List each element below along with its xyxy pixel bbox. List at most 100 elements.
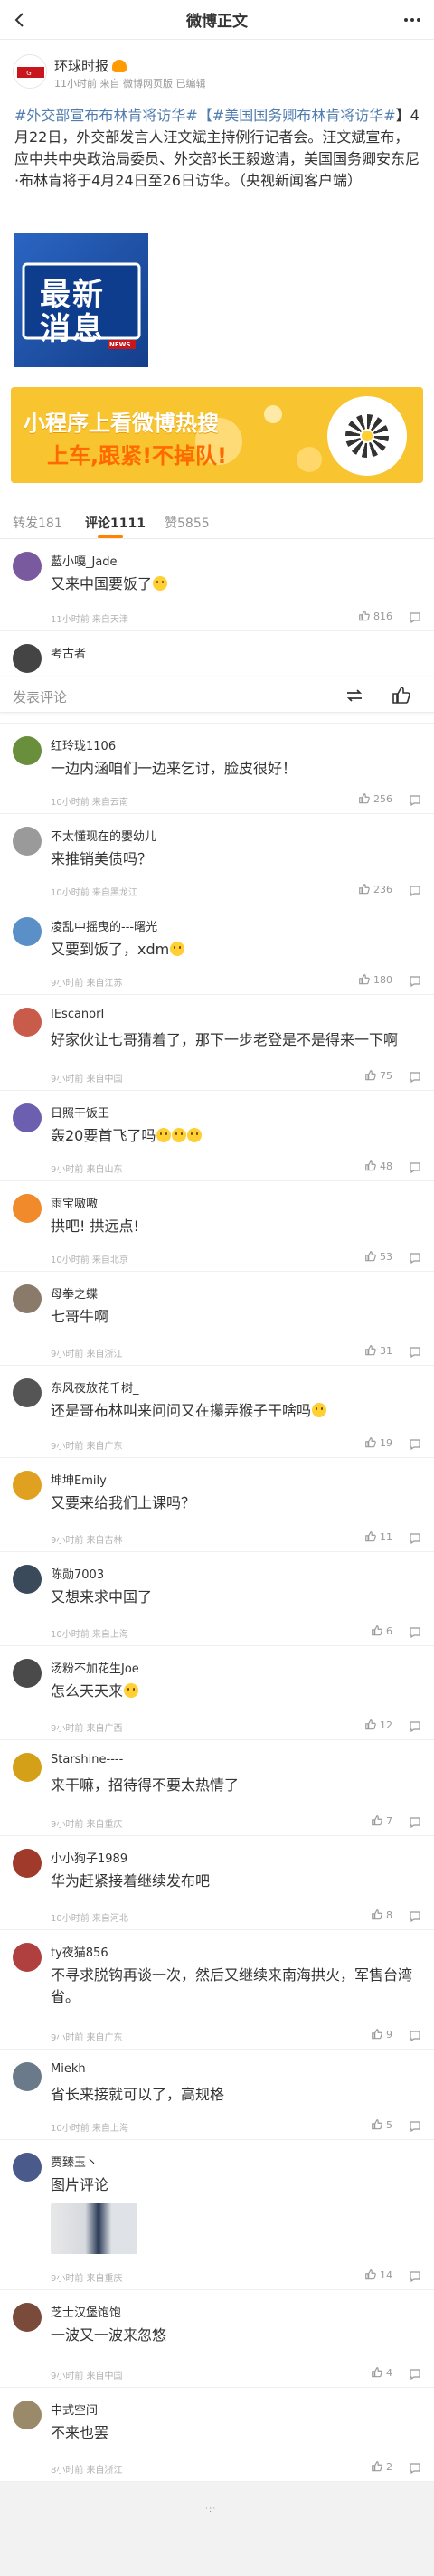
comment-image-thumbnail[interactable] [51, 2203, 137, 2254]
commenter-name[interactable]: 不太懂现在的嬰幼儿 [51, 827, 156, 844]
comment-item[interactable]: 雨宝嗷嗷 拱吧! 拱远点! 10小时前 来自北京 53 [0, 1181, 434, 1272]
more-options-button[interactable] [396, 5, 429, 34]
commenter-name[interactable]: 汤粉不加花生Joe [51, 1659, 139, 1676]
commenter-avatar[interactable] [13, 2153, 42, 2182]
hashtag-link[interactable]: 【#美国国务卿布林肯将访华# [198, 107, 396, 124]
author-avatar[interactable]: GT [13, 54, 47, 89]
comment-like-button[interactable]: 180 [358, 973, 392, 986]
comment-like-button[interactable]: 4 [371, 2366, 392, 2379]
comment-item[interactable]: Starshine---- 来干嘛，招待得不要太热情了 9小时前 来自重庆 7 [0, 1740, 434, 1836]
commenter-name[interactable]: 芝士汉堡饱饱 [51, 2303, 121, 2320]
comment-like-button[interactable]: 8 [371, 1908, 392, 1921]
commenter-name[interactable]: 雨宝嗷嗷 [51, 1194, 98, 1211]
comment-item[interactable]: 凌乱中摇曳的---曙光 又要到饭了，xdm 9小时前 来自江苏 180 [0, 904, 434, 995]
comment-like-button[interactable]: 12 [364, 1719, 392, 1731]
hashtag-link[interactable]: #外交部宣布布林肯将访华# [14, 107, 198, 124]
comment-like-button[interactable]: 19 [364, 1436, 392, 1449]
tab-comments[interactable]: 评论1111 [85, 514, 146, 532]
comment-like-button[interactable]: 9 [371, 2028, 392, 2041]
commenter-name[interactable]: 日照干饭王 [51, 1103, 109, 1121]
comment-item[interactable]: 小小狗子1989 华为赶紧接着继续发布吧 10小时前 来自河北 8 [0, 1836, 434, 1930]
author-name-row[interactable]: 环球时报 [54, 56, 127, 75]
comment-like-button[interactable]: 256 [358, 792, 392, 805]
composer-placeholder[interactable]: 发表评论 [13, 687, 67, 706]
comment-item[interactable]: 不太懂现在的嬰幼儿 来推销美债吗？ 10小时前 来自黑龙江 236 [0, 814, 434, 904]
commenter-avatar[interactable] [13, 1565, 42, 1594]
commenter-avatar[interactable] [13, 1103, 42, 1132]
comment-like-button[interactable]: 816 [358, 610, 392, 622]
commenter-avatar[interactable] [13, 1284, 42, 1313]
back-button[interactable] [5, 5, 34, 34]
comment-reply-icon[interactable] [409, 2367, 421, 2381]
commenter-avatar[interactable] [13, 1753, 42, 1782]
commenter-name[interactable]: 中式空间 [51, 2401, 98, 2418]
comment-reply-icon[interactable] [409, 793, 421, 807]
post-image[interactable]: 最新 消息 NEWS [14, 233, 148, 367]
comment-reply-icon[interactable] [409, 1251, 421, 1264]
comment-like-button[interactable]: 2 [371, 2460, 392, 2473]
commenter-avatar[interactable] [13, 1471, 42, 1500]
comment-like-button[interactable]: 6 [371, 1624, 392, 1637]
commenter-name[interactable]: 凌乱中摇曳的---曙光 [51, 917, 157, 934]
comment-reply-icon[interactable] [409, 1815, 421, 1829]
comment-like-button[interactable]: 11 [364, 1530, 392, 1543]
commenter-avatar[interactable] [13, 1008, 42, 1037]
comment-item[interactable]: ty夜猫856 不寻求脱钩再谈一次，然后又继续来南海拱火，军售台湾省。 9小时前 来… [0, 1930, 434, 2050]
commenter-name[interactable]: 母拳之蝶 [51, 1284, 98, 1302]
commenter-avatar[interactable] [13, 2062, 42, 2091]
comment-item[interactable]: 芝士汉堡饱饱 一波又一波来忽悠 9小时前 来自中国 4 [0, 2290, 434, 2388]
comment-item[interactable]: Miekh 省长来接就可以了，高规格 10小时前 来自上海 5 [0, 2050, 434, 2140]
comment-reply-icon[interactable] [409, 974, 421, 988]
comment-reply-icon[interactable] [409, 1909, 421, 1923]
commenter-avatar[interactable] [13, 2303, 42, 2332]
commenter-name[interactable]: 贾臻玉丶 [51, 2153, 98, 2170]
thumb-up-icon[interactable] [391, 685, 412, 706]
commenter-avatar[interactable] [13, 827, 42, 856]
tab-reposts[interactable]: 转发181 [13, 514, 62, 532]
commenter-avatar[interactable] [13, 736, 42, 765]
comment-like-button[interactable]: 14 [364, 2268, 392, 2281]
comment-reply-icon[interactable] [409, 1531, 421, 1545]
comment-reply-icon[interactable] [409, 1437, 421, 1451]
comment-like-button[interactable]: 5 [371, 2118, 392, 2131]
comment-reply-icon[interactable] [409, 1160, 421, 1174]
comment-item[interactable]: 红玲珑1106 一边内涵咱们一边来乞讨，脸皮很好！ 10小时前 来自云南 256 [0, 724, 434, 814]
comment-reply-icon[interactable] [409, 1625, 421, 1639]
commenter-avatar[interactable] [13, 917, 42, 946]
commenter-name[interactable]: IEscanorI [51, 1008, 104, 1021]
comment-like-button[interactable]: 236 [358, 883, 392, 895]
commenter-name[interactable]: Miekh [51, 2062, 86, 2076]
comment-like-button[interactable]: 75 [364, 1069, 392, 1082]
commenter-name[interactable]: 陈勋7003 [51, 1565, 104, 1582]
comment-item[interactable]: 中式空间 不来也罢 8小时前 来自浙江 2 [0, 2388, 434, 2482]
commenter-name[interactable]: 东风夜放花千树_ [51, 1378, 139, 1396]
comment-reply-icon[interactable] [409, 1719, 421, 1733]
commenter-name[interactable]: 红玲珑1106 [51, 736, 116, 753]
comment-like-button[interactable]: 48 [364, 1160, 392, 1172]
comment-reply-icon[interactable] [409, 2269, 421, 2283]
commenter-avatar[interactable] [13, 2401, 42, 2429]
comment-item[interactable]: 陈勋7003 又想来求中国了 10小时前 来自上海 6 [0, 1552, 434, 1646]
tab-likes[interactable]: 赞5855 [165, 514, 210, 532]
commenter-name[interactable]: 小小狗子1989 [51, 1849, 127, 1866]
commenter-avatar[interactable] [13, 1849, 42, 1878]
comment-composer[interactable]: 发表评论 [0, 677, 434, 713]
comment-item[interactable]: 贾臻玉丶 图片评论 9小时前 来自重庆 14 [0, 2140, 434, 2290]
comment-item[interactable]: 坤坤Emily 又要来给我们上课吗？ 9小时前 来自吉林 11 [0, 1458, 434, 1552]
comment-item[interactable]: 藍小嘎_Jade 又来中国要饭了 11小时前 来自天津 816 [0, 539, 434, 631]
comment-item[interactable]: 汤粉不加花生Joe 怎么天天来 9小时前 来自广西 12 [0, 1646, 434, 1740]
commenter-avatar[interactable] [13, 644, 42, 673]
comment-item[interactable]: IEscanorI 好家伙让七哥猜着了，那下一步老登是不是得来一下啊 9小时前 来自… [0, 995, 434, 1091]
commenter-name[interactable]: 考古者 [51, 644, 86, 661]
comment-like-button[interactable]: 31 [364, 1344, 392, 1357]
comment-like-button[interactable]: 7 [371, 1814, 392, 1827]
commenter-avatar[interactable] [13, 1943, 42, 1972]
commenter-avatar[interactable] [13, 1194, 42, 1223]
comment-item[interactable]: 日照干饭王 轰20要首飞了吗 9小时前 来自山东 48 [0, 1091, 434, 1181]
comment-like-button[interactable]: 53 [364, 1250, 392, 1263]
comment-reply-icon[interactable] [409, 1070, 421, 1084]
comment-reply-icon[interactable] [409, 611, 421, 624]
commenter-avatar[interactable] [13, 1378, 42, 1407]
commenter-name[interactable]: 坤坤Emily [51, 1471, 107, 1488]
commenter-name[interactable]: 藍小嘎_Jade [51, 552, 118, 569]
